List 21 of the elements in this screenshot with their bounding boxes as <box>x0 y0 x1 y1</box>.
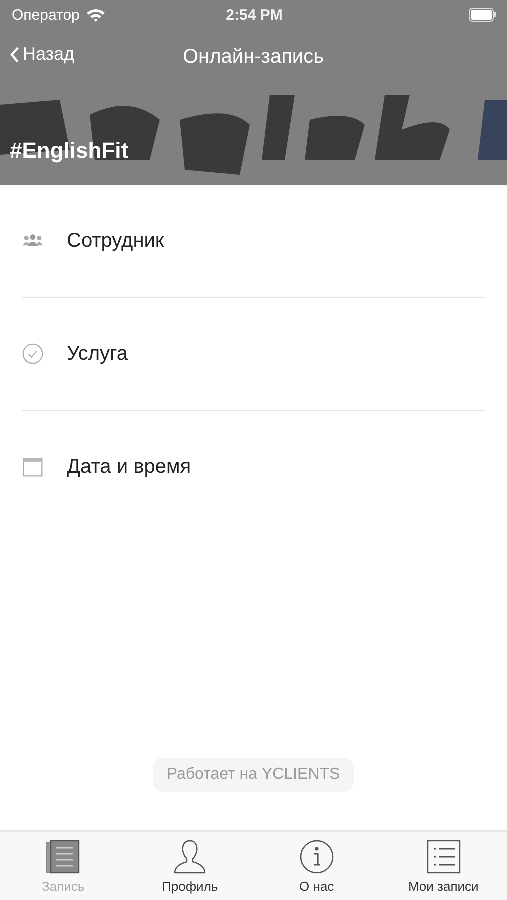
menu-item[interactable]: Услуга <box>22 298 485 411</box>
battery-icon <box>468 8 497 22</box>
check-circle-icon <box>22 343 44 365</box>
powered-by-badge: Работает на YCLIENTS <box>152 758 354 792</box>
back-button[interactable]: Назад <box>10 44 75 65</box>
page-title: Онлайн-запись <box>183 46 324 68</box>
company-name: #EnglishFit <box>10 138 129 164</box>
calendar-icon <box>22 456 44 478</box>
person-icon <box>172 838 208 874</box>
tab-item[interactable]: Мои записи <box>380 832 507 900</box>
document-icon <box>45 838 82 874</box>
list-icon <box>426 838 462 874</box>
menu-item[interactable]: Дата и время <box>22 411 485 523</box>
wifi-icon <box>86 8 106 22</box>
menu-item[interactable]: Сотрудник <box>22 185 485 298</box>
info-icon <box>298 838 335 874</box>
chevron-left-icon <box>10 46 20 64</box>
tab-item[interactable]: Профиль <box>126 832 254 900</box>
carrier-name: Оператор <box>12 6 80 24</box>
status-time: 2:54 PM <box>226 6 283 24</box>
tab-item[interactable]: О нас <box>254 832 380 900</box>
